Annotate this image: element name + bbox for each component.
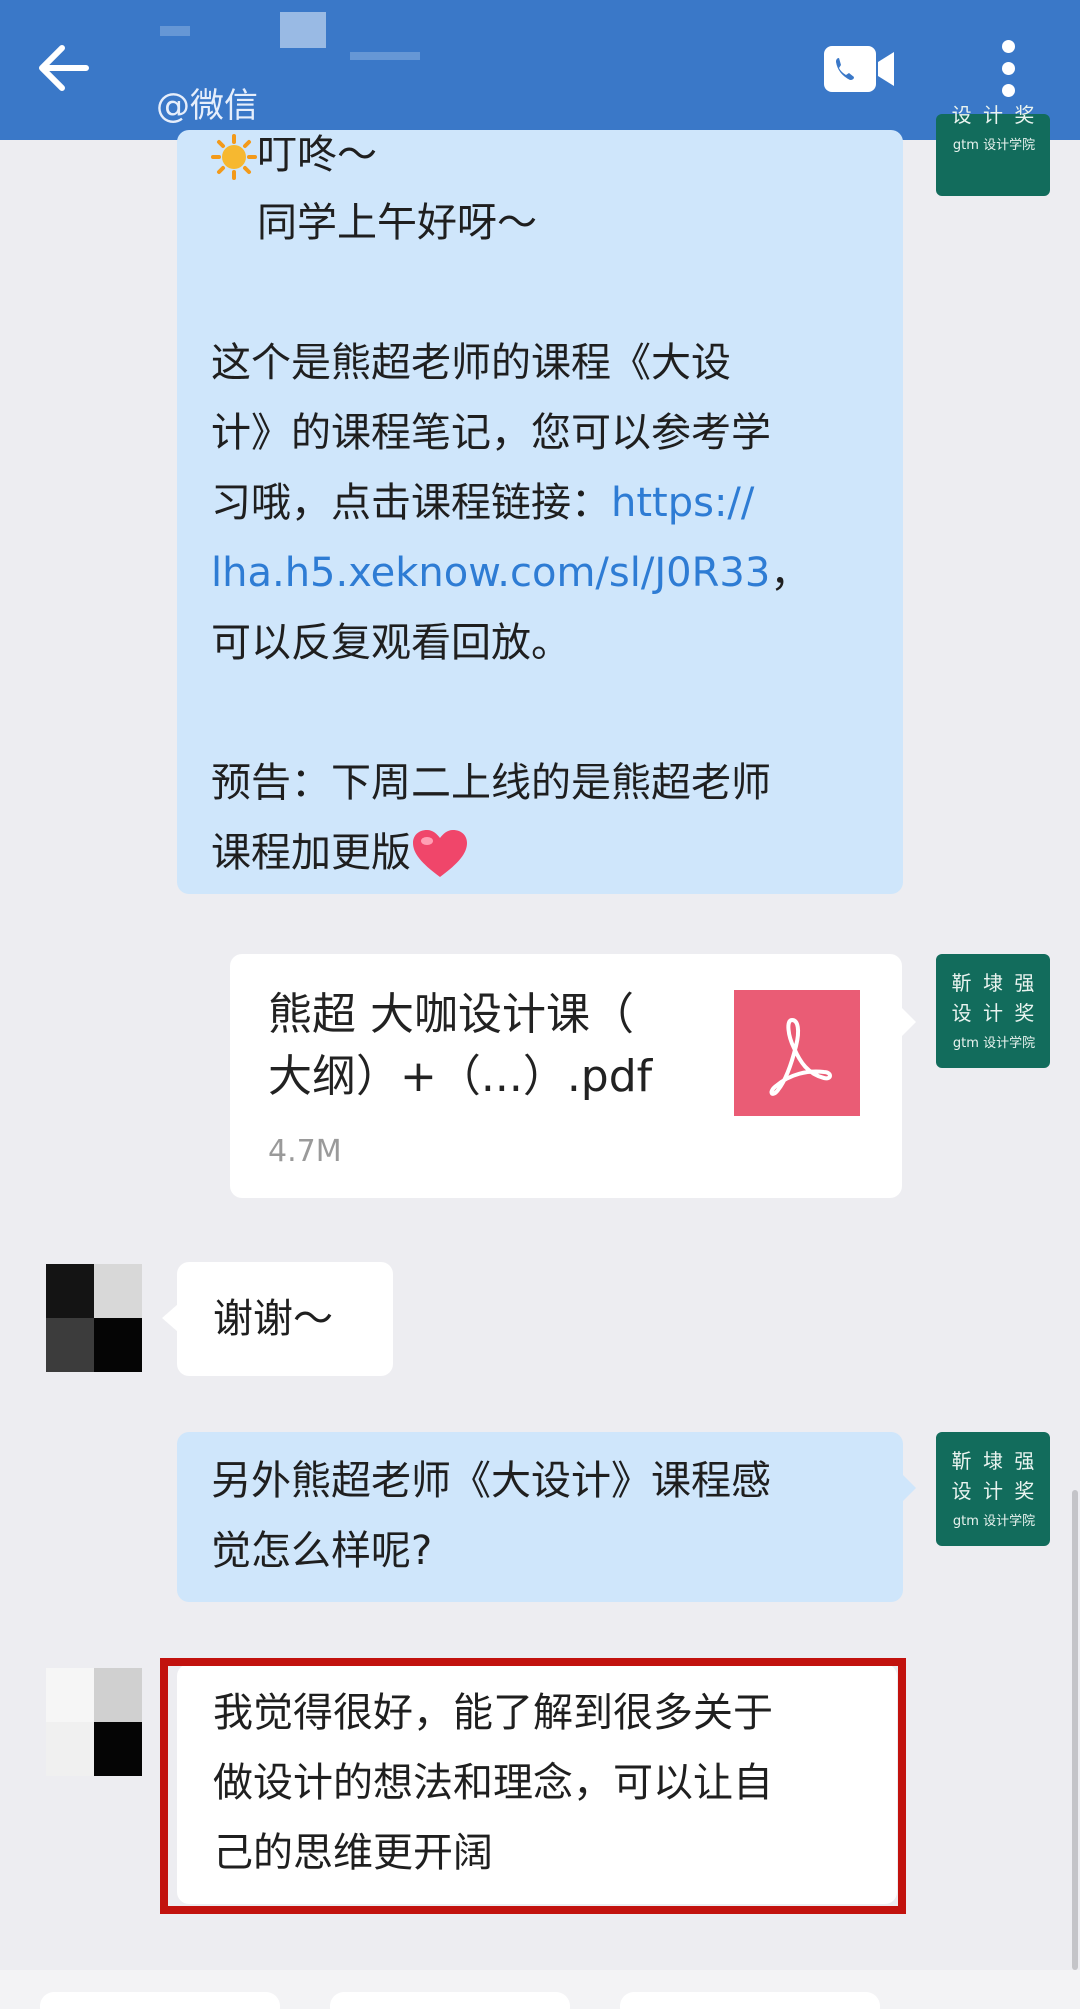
brand-avatar[interactable]: 靳 埭 强 设 计 奖 gtm 设计学院 <box>936 1432 1050 1546</box>
contact-name-blurred <box>160 12 460 62</box>
file-message-card[interactable]: 熊超 大咖设计课（ 大纲）+（...）.pdf 4.7M <box>230 954 902 1198</box>
chat-subtitle: @微信 <box>156 86 258 126</box>
more-button[interactable] <box>990 34 1026 104</box>
message-bubble-thanks[interactable]: 谢谢～ <box>177 1262 393 1376</box>
chat-list[interactable]: 设 计 奖 gtm 设计学院 叮咚～ 同学上午好呀～ 这个是熊超老师的课程《大设… <box>0 103 1080 1970</box>
file-name: 熊超 大咖设计课（ 大纲）+（...）.pdf <box>268 989 653 1102</box>
file-size: 4.7M <box>268 1134 342 1169</box>
arrow-left-icon <box>39 45 89 91</box>
back-button[interactable] <box>32 36 96 100</box>
user-avatar[interactable] <box>46 1668 142 1776</box>
course-link[interactable]: https:// <box>611 480 754 526</box>
sun-emoji-icon <box>211 134 257 180</box>
message-bubble-course-notes[interactable]: 叮咚～ 同学上午好呀～ 这个是熊超老师的课程《大设 计》的课程笔记，您可以参考学… <box>177 130 903 894</box>
more-vertical-icon <box>990 40 1026 97</box>
message-bubble-question[interactable]: 另外熊超老师《大设计》课程感 觉怎么样呢? <box>177 1432 903 1602</box>
call-button[interactable] <box>824 46 896 92</box>
phone-video-icon <box>824 46 894 92</box>
user-avatar[interactable] <box>46 1264 142 1372</box>
pdf-icon <box>734 990 860 1116</box>
quick-reply-chip[interactable] <box>40 1992 280 2009</box>
bubble-tail <box>902 1008 916 1036</box>
quick-reply-chip[interactable] <box>620 1992 880 2009</box>
heart-emoji-icon <box>411 829 469 881</box>
bubble-tail <box>902 1474 916 1502</box>
highlight-box <box>160 1658 906 1914</box>
brand-avatar[interactable]: 靳 埭 强 设 计 奖 gtm 设计学院 <box>936 954 1050 1068</box>
brand-avatar[interactable]: 设 计 奖 gtm 设计学院 <box>936 103 1050 196</box>
chat-scrollbar[interactable] <box>1072 1490 1078 1970</box>
chat-header: @微信 <box>0 0 1080 140</box>
course-link-cont[interactable]: lha.h5.xeknow.com/sl/J0R33 <box>211 550 770 596</box>
quick-reply-chip[interactable] <box>330 1992 570 2009</box>
bottom-toolbar <box>0 1970 1080 2009</box>
bubble-tail <box>162 1304 178 1332</box>
